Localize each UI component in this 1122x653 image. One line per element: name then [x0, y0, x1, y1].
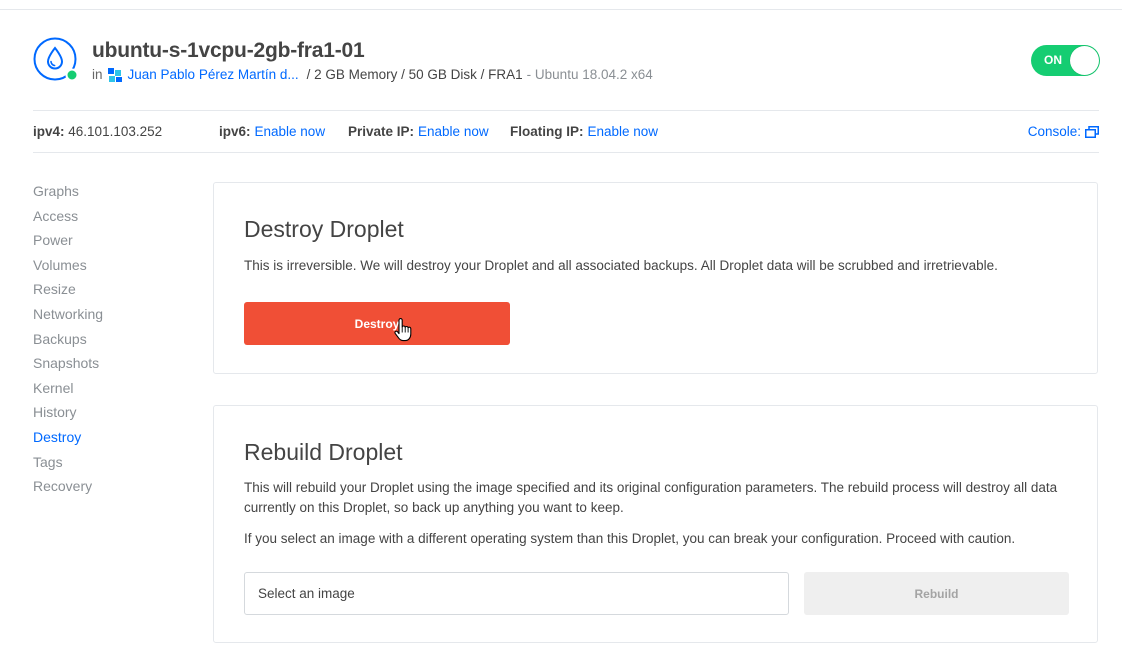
droplet-os: - Ubuntu 18.04.2 x64 [526, 67, 653, 82]
destroy-description: This is irreversible. We will destroy yo… [244, 258, 998, 273]
rebuild-heading: Rebuild Droplet [244, 439, 403, 465]
sidebar-item-tags[interactable]: Tags [33, 453, 193, 478]
top-divider [0, 9, 1122, 10]
private-ip-label: Private IP: [348, 124, 415, 139]
select-image-dropdown[interactable]: Select an image [244, 572, 789, 615]
rebuild-button[interactable]: Rebuild [804, 572, 1069, 615]
droplet-subline: in Juan Pablo Pérez Martín d... / 2 GB M… [92, 67, 653, 82]
destroy-heading: Destroy Droplet [244, 216, 404, 242]
sidebar-item-graphs[interactable]: Graphs [33, 182, 193, 207]
droplet-icon [33, 37, 79, 83]
ipv6-info: ipv6: Enable now [219, 124, 325, 139]
droplet-specs: / 2 GB Memory / 50 GB Disk / FRA1 [306, 67, 523, 82]
rebuild-description: This will rebuild your Droplet using the… [244, 480, 1058, 515]
ipv6-enable-link[interactable]: Enable now [255, 124, 326, 139]
project-link[interactable]: Juan Pablo Pérez Martín d... [128, 67, 299, 82]
in-label: in [92, 67, 103, 82]
rebuild-warning: If you select an image with a different … [244, 531, 1016, 546]
floating-ip-enable-link[interactable]: Enable now [588, 124, 659, 139]
ipv4-label: ipv4: [33, 124, 65, 139]
ipv4-value: 46.101.103.252 [68, 124, 163, 139]
floating-ip-info: Floating IP: Enable now [510, 124, 658, 139]
power-toggle-label: ON [1044, 53, 1062, 67]
console-link[interactable]: Console: [1028, 124, 1099, 139]
sidebar-item-history[interactable]: History [33, 403, 193, 428]
power-toggle[interactable]: ON [1031, 45, 1100, 76]
console-label: Console: [1027, 124, 1081, 139]
external-window-icon [1085, 125, 1099, 138]
destroy-droplet-card: Destroy Droplet This is irreversible. We… [213, 182, 1098, 374]
sidebar-item-power[interactable]: Power [33, 231, 193, 256]
sidebar-item-destroy[interactable]: Destroy [33, 428, 193, 453]
sidebar-item-access[interactable]: Access [33, 207, 193, 232]
sidebar-item-kernel[interactable]: Kernel [33, 379, 193, 404]
private-ip-enable-link[interactable]: Enable now [418, 124, 489, 139]
ip-bar: ipv4: 46.101.103.252 ipv6: Enable now Pri… [33, 110, 1099, 153]
sidebar-item-resize[interactable]: Resize [33, 280, 193, 305]
sidebar-item-backups[interactable]: Backups [33, 330, 193, 355]
sidebar-item-snapshots[interactable]: Snapshots [33, 354, 193, 379]
droplet-sidebar-nav: Graphs Access Power Volumes Resize Netwo… [33, 182, 193, 502]
private-ip-info: Private IP: Enable now [348, 124, 489, 139]
sidebar-item-networking[interactable]: Networking [33, 305, 193, 330]
floating-ip-label: Floating IP: [510, 124, 584, 139]
rebuild-droplet-card: Rebuild Droplet This will rebuild your D… [213, 405, 1098, 643]
ipv4-info: ipv4: 46.101.103.252 [33, 124, 162, 139]
sidebar-item-recovery[interactable]: Recovery [33, 477, 193, 502]
sidebar-item-volumes[interactable]: Volumes [33, 256, 193, 281]
ipv6-label: ipv6: [219, 124, 251, 139]
droplet-title: ubuntu-s-1vcpu-2gb-fra1-01 [92, 39, 365, 62]
project-icon [107, 67, 123, 82]
destroy-button[interactable]: Destroy [244, 302, 510, 345]
power-toggle-knob [1070, 46, 1099, 75]
